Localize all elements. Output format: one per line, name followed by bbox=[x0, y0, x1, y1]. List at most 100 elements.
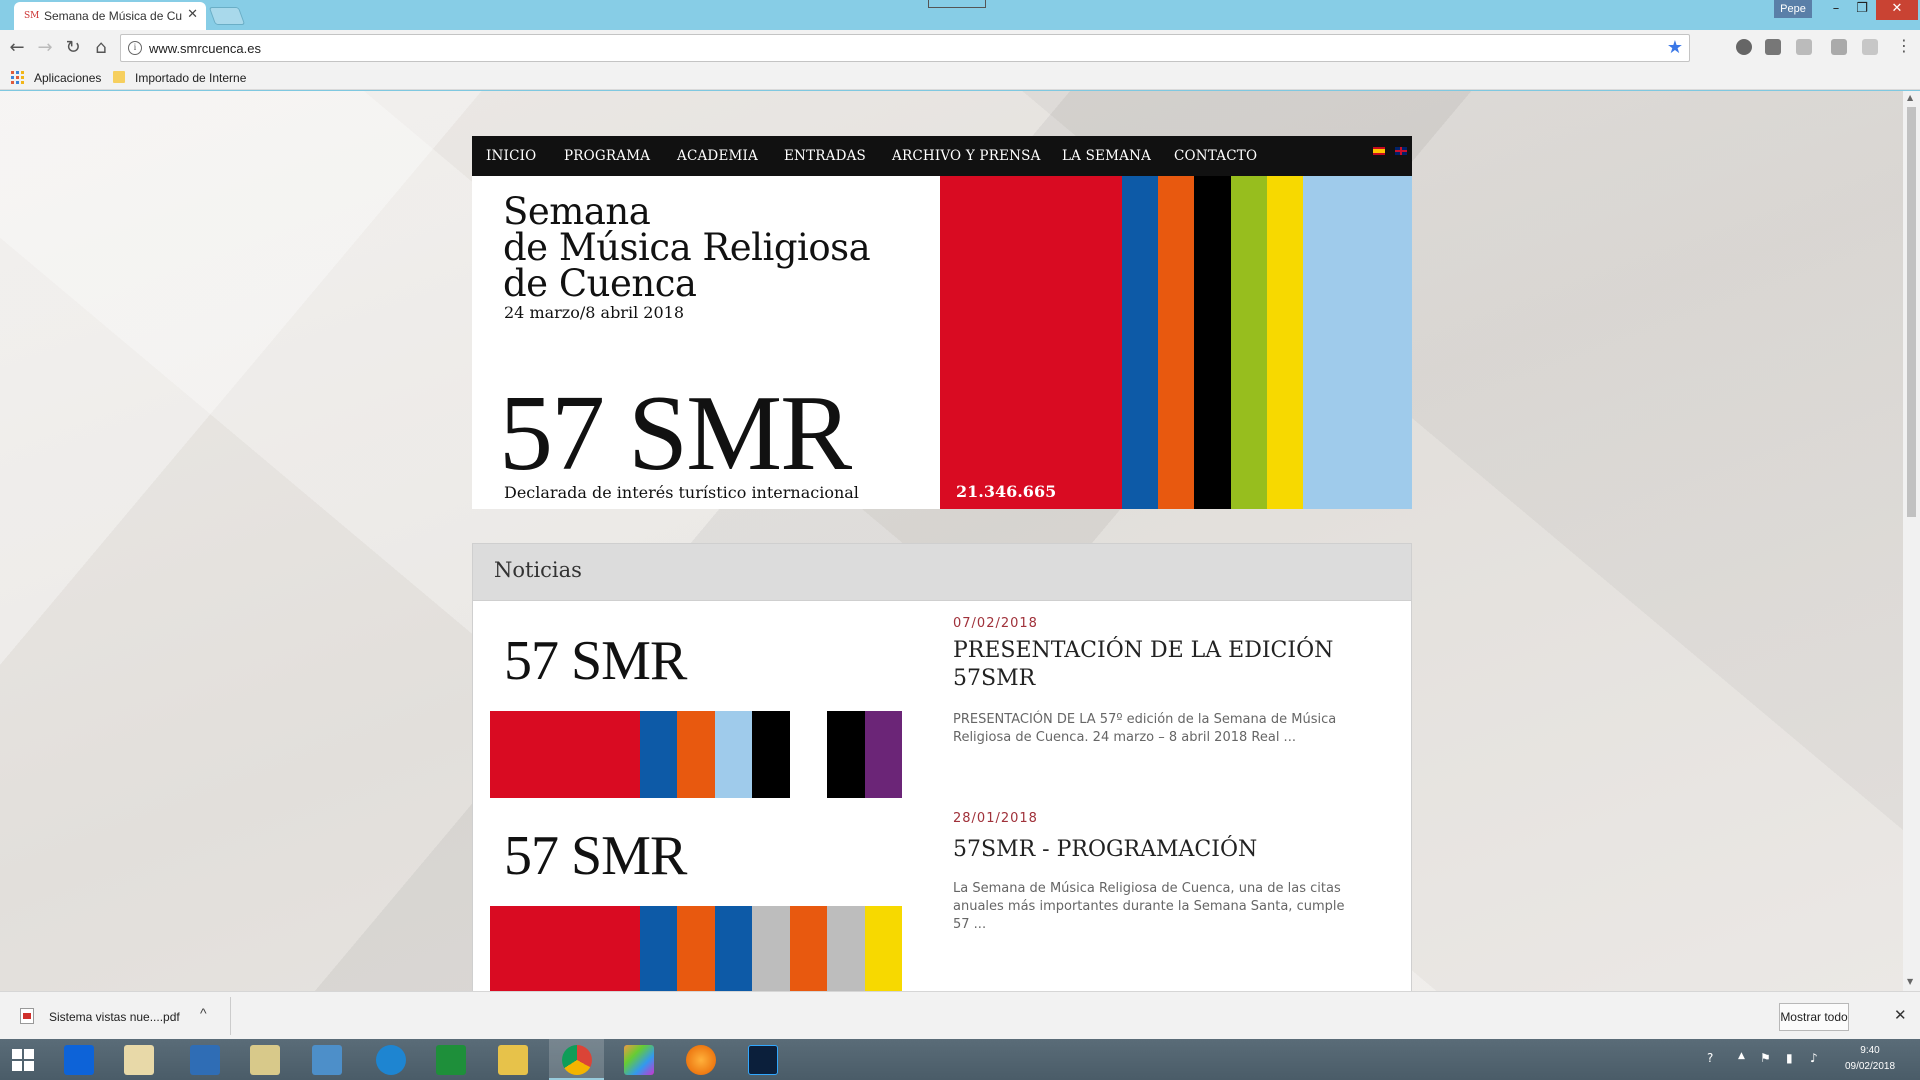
hero-title-line: de Música Religiosa bbox=[503, 226, 871, 269]
info-icon[interactable]: i bbox=[128, 41, 142, 55]
news-thumbnail[interactable]: 57 SMR bbox=[490, 816, 902, 991]
uk-flag-icon[interactable] bbox=[1395, 147, 1407, 155]
hero-stripe bbox=[1048, 176, 1086, 509]
extension-icon[interactable] bbox=[1831, 39, 1847, 55]
new-tab-button[interactable] bbox=[208, 7, 246, 25]
browser-titlebar: SM Semana de Música de Cu ✕ Pepe – ❐ ✕ bbox=[0, 0, 1920, 30]
control-panel-icon[interactable] bbox=[312, 1045, 342, 1075]
thumb-bar bbox=[490, 906, 528, 991]
news-excerpt: La Semana de Música Religiosa de Cuenca,… bbox=[953, 881, 1345, 932]
thumb-bar bbox=[602, 906, 640, 991]
system-clock[interactable]: 9:40 09/02/2018 bbox=[1836, 1043, 1904, 1075]
taskbar: ? ▲ ⚑ ▮ ♪ 9:40 09/02/2018 bbox=[0, 1039, 1920, 1080]
forward-icon[interactable]: → bbox=[34, 37, 56, 59]
hero-stripe bbox=[1375, 176, 1413, 509]
nav-contacto[interactable]: CONTACTO bbox=[1174, 148, 1257, 164]
photoshop-icon[interactable] bbox=[748, 1045, 778, 1075]
site-container: INICIO PROGRAMA ACADEMIA ENTRADAS ARCHIV… bbox=[472, 136, 1413, 991]
document-icon[interactable] bbox=[124, 1045, 154, 1075]
window-drag-handle[interactable] bbox=[928, 0, 986, 8]
extension-icon[interactable] bbox=[1736, 39, 1752, 55]
file-explorer-icon[interactable] bbox=[498, 1045, 528, 1075]
nav-entradas[interactable]: ENTRADAS bbox=[784, 148, 866, 164]
restore-icon[interactable]: ❐ bbox=[1848, 0, 1876, 20]
news-title[interactable]: PRESENTACIÓN DE LA EDICIÓN 57SMR bbox=[953, 637, 1373, 693]
thumb-bar bbox=[527, 711, 565, 798]
menu-icon[interactable]: ⋮ bbox=[1896, 36, 1912, 55]
clock-date: 09/02/2018 bbox=[1844, 1061, 1896, 1072]
window-close-icon[interactable]: ✕ bbox=[1876, 0, 1918, 20]
hero-stripe bbox=[1121, 176, 1158, 509]
close-icon[interactable]: ✕ bbox=[1894, 1006, 1907, 1024]
dropbox-icon[interactable] bbox=[64, 1045, 94, 1075]
photos-app-icon[interactable] bbox=[624, 1045, 654, 1075]
site-nav: INICIO PROGRAMA ACADEMIA ENTRADAS ARCHIV… bbox=[472, 136, 1412, 176]
tray-expand-icon[interactable]: ▲ bbox=[1738, 1051, 1745, 1061]
help-icon[interactable]: ? bbox=[1707, 1051, 1713, 1065]
thumb-bar bbox=[864, 711, 902, 798]
profile-button[interactable]: Pepe bbox=[1774, 0, 1812, 18]
favicon-icon: SM bbox=[24, 11, 40, 21]
scrollbar-thumb[interactable] bbox=[1907, 107, 1916, 517]
star-icon[interactable]: ★ bbox=[1667, 37, 1683, 58]
pdf-icon bbox=[20, 1008, 34, 1024]
news-title[interactable]: 57SMR - PROGRAMACIÓN bbox=[953, 836, 1373, 864]
thumb-bar bbox=[564, 906, 603, 991]
scroll-down-icon[interactable]: ▼ bbox=[1907, 977, 1913, 986]
hero-stripe bbox=[1230, 176, 1267, 509]
network-icon[interactable]: ▮ bbox=[1786, 1051, 1793, 1065]
extension-icon[interactable] bbox=[1862, 39, 1878, 55]
address-bar[interactable]: i www.smrcuenca.es ★ bbox=[120, 34, 1690, 62]
chrome-icon[interactable] bbox=[562, 1045, 592, 1075]
nav-archivo-prensa[interactable]: ARCHIVO Y PRENSA bbox=[892, 148, 1041, 164]
thumb-bar bbox=[714, 711, 753, 798]
firefox-icon[interactable] bbox=[686, 1045, 716, 1075]
bookmarks-bar: Aplicaciones Importado de Interne bbox=[0, 66, 1920, 90]
chevron-up-icon[interactable]: ^ bbox=[200, 1005, 207, 1021]
thumb-bar bbox=[564, 711, 603, 798]
thumb-bar bbox=[677, 711, 715, 798]
volume-icon[interactable]: ♪ bbox=[1810, 1051, 1818, 1065]
tab-close-icon[interactable]: ✕ bbox=[187, 7, 198, 22]
flag-notification-icon[interactable]: ⚑ bbox=[1760, 1051, 1771, 1065]
internet-explorer-icon[interactable] bbox=[376, 1045, 406, 1075]
nav-la-semana[interactable]: LA SEMANA bbox=[1062, 148, 1151, 164]
scroll-up-icon[interactable]: ▲ bbox=[1907, 93, 1913, 102]
spain-flag-icon[interactable] bbox=[1373, 147, 1385, 155]
download-file-name[interactable]: Sistema vistas nue....pdf bbox=[49, 1010, 180, 1024]
news-item[interactable]: 57 SMR 28/01/2018 57SMR - PROGRAMACIÓN L… bbox=[473, 811, 1413, 991]
reload-icon[interactable]: ↻ bbox=[62, 37, 84, 59]
computer-icon[interactable] bbox=[190, 1045, 220, 1075]
tab-title: Semana de Música de Cu bbox=[44, 9, 183, 23]
back-icon[interactable]: ← bbox=[6, 37, 28, 59]
thumb-color-bars bbox=[490, 906, 902, 991]
hero-title: Semana de Música Religiosa de Cuenca bbox=[503, 190, 871, 302]
bookmark-folder[interactable]: Importado de Interne bbox=[135, 71, 246, 85]
hero-title-line: Semana bbox=[503, 190, 651, 233]
news-heading: Noticias bbox=[494, 558, 582, 582]
nav-inicio[interactable]: INICIO bbox=[486, 148, 536, 164]
extension-icon[interactable] bbox=[1796, 39, 1812, 55]
browser-tab[interactable]: SM Semana de Música de Cu ✕ bbox=[14, 2, 206, 30]
minimize-icon[interactable]: – bbox=[1822, 0, 1850, 20]
download-bar: Sistema vistas nue....pdf ^ Mostrar todo… bbox=[0, 991, 1920, 1039]
hero-banner: Semana de Música Religiosa de Cuenca 24 … bbox=[472, 176, 1413, 509]
bookmark-apps[interactable]: Aplicaciones bbox=[34, 71, 101, 85]
store-icon[interactable] bbox=[436, 1045, 466, 1075]
camera-extension-icon[interactable] bbox=[1765, 39, 1781, 55]
thumb-bar bbox=[752, 906, 790, 991]
home-icon[interactable]: ⌂ bbox=[90, 37, 112, 59]
nav-programa[interactable]: PROGRAMA bbox=[564, 148, 650, 164]
show-all-button[interactable]: Mostrar todo bbox=[1779, 1003, 1849, 1031]
news-thumbnail[interactable]: 57 SMR bbox=[490, 621, 902, 798]
thumb-bar bbox=[827, 711, 865, 798]
page-scrollbar[interactable]: ▲ ▼ bbox=[1903, 91, 1920, 991]
hero-stripe bbox=[1012, 176, 1049, 509]
hero-stripe bbox=[1266, 176, 1304, 509]
news-item[interactable]: 57 SMR 07/02/2018 PRESENTACIÓN DE LA EDI… bbox=[473, 616, 1413, 811]
url-text: www.smrcuenca.es bbox=[149, 41, 261, 56]
windows-start-icon[interactable] bbox=[12, 1049, 34, 1071]
nav-academia[interactable]: ACADEMIA bbox=[677, 148, 758, 164]
library-icon[interactable] bbox=[250, 1045, 280, 1075]
apps-icon[interactable] bbox=[11, 71, 24, 84]
